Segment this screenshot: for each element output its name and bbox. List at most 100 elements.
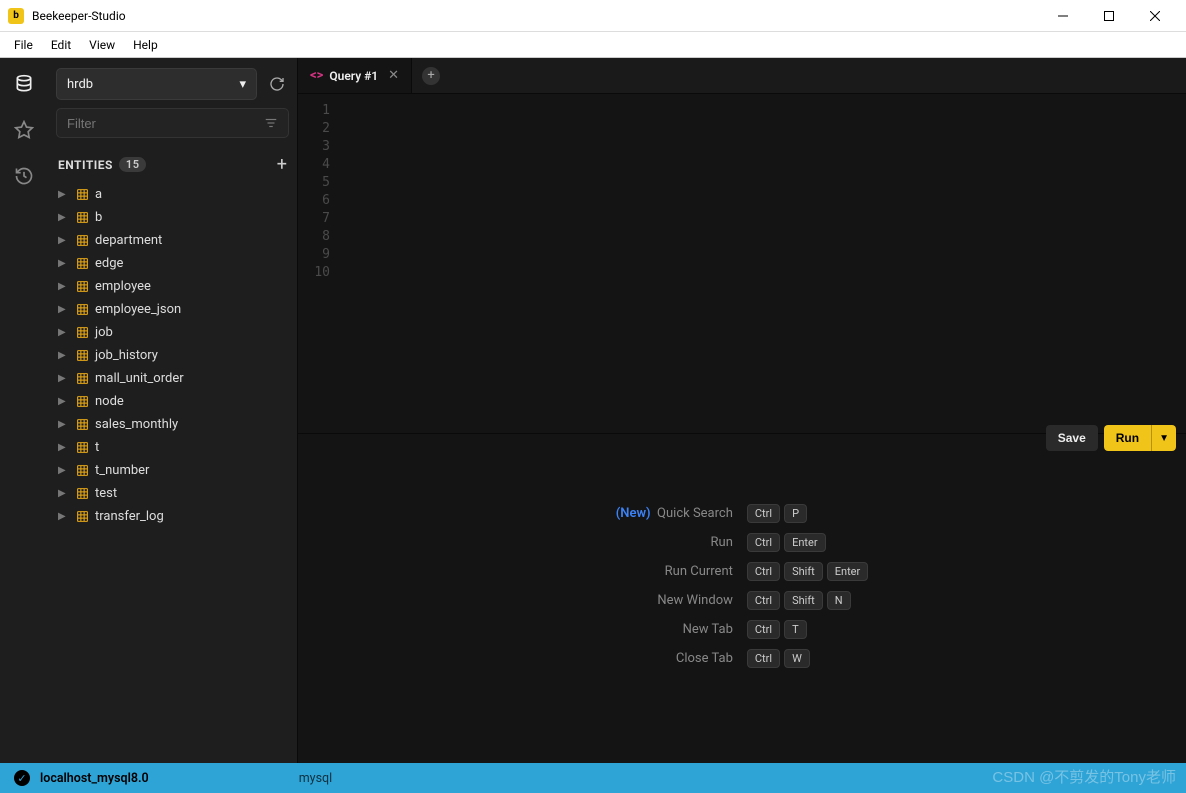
tab-close-icon[interactable]: ✕	[388, 68, 399, 83]
main-panel: <> Query #1 ✕ + 12345678910 Save Run ▼ (…	[298, 58, 1186, 763]
chevron-right-icon: ▶	[58, 304, 70, 315]
entity-item[interactable]: ▶ employee_json	[56, 298, 289, 321]
line-number: 9	[298, 246, 330, 264]
entity-item[interactable]: ▶employee	[56, 275, 289, 298]
key: P	[784, 504, 807, 523]
window-controls	[1040, 0, 1178, 32]
run-button[interactable]: Run	[1104, 425, 1151, 451]
keyboard-shortcuts: (New) Quick SearchCtrlPRunCtrlEnterRun C…	[616, 504, 869, 668]
entity-item[interactable]: ▶mall_unit_order	[56, 367, 289, 390]
entity-item[interactable]: ▶edge	[56, 252, 289, 275]
entity-name: t	[95, 440, 99, 455]
menu-edit[interactable]: Edit	[43, 35, 79, 55]
chevron-right-icon: ▶	[58, 396, 70, 407]
key: W	[784, 649, 810, 668]
line-gutter: 12345678910	[298, 94, 338, 433]
key: Ctrl	[747, 649, 780, 668]
table-icon	[76, 257, 89, 270]
entity-item[interactable]: ▶ sales_monthly	[56, 413, 289, 436]
line-number: 6	[298, 192, 330, 210]
close-button[interactable]	[1132, 0, 1178, 32]
shortcut-keys: CtrlShiftN	[747, 591, 868, 610]
filter-row	[56, 108, 289, 138]
entity-item[interactable]: ▶job	[56, 321, 289, 344]
line-number: 1	[298, 102, 330, 120]
connection-name[interactable]: localhost_mysql8.0	[40, 771, 149, 786]
key: Ctrl	[747, 504, 780, 523]
key: Ctrl	[747, 620, 780, 639]
key: Ctrl	[747, 591, 780, 610]
entity-name: sales_monthly	[95, 417, 178, 432]
chevron-right-icon: ▶	[58, 373, 70, 384]
entity-name: job	[95, 325, 113, 340]
menu-file[interactable]: File	[6, 35, 41, 55]
menu-help[interactable]: Help	[125, 35, 166, 55]
shortcut-label: Run Current	[616, 564, 733, 579]
entity-item[interactable]: ▶t	[56, 436, 289, 459]
tab-label: Query #1	[329, 69, 378, 83]
table-icon	[76, 349, 89, 362]
line-number: 2	[298, 120, 330, 138]
chevron-right-icon: ▶	[58, 212, 70, 223]
shortcut-label: New Window	[616, 593, 733, 608]
entity-name: t_number	[95, 463, 149, 478]
add-entity-button[interactable]: +	[277, 154, 287, 175]
connection-status-icon: ✓	[14, 770, 30, 786]
key: Enter	[784, 533, 826, 552]
table-icon	[76, 464, 89, 477]
shortcut-label: New Tab	[616, 622, 733, 637]
chevron-right-icon: ▶	[58, 442, 70, 453]
entity-item[interactable]: ▶transfer_log	[56, 505, 289, 528]
entity-name: test	[95, 486, 117, 501]
menu-view[interactable]: View	[81, 35, 123, 55]
filter-input[interactable]	[67, 116, 264, 131]
entity-name: a	[95, 187, 102, 202]
table-icon	[76, 280, 89, 293]
entity-name: node	[95, 394, 124, 409]
entity-item[interactable]: ▶ t_number	[56, 459, 289, 482]
chevron-right-icon: ▶	[58, 465, 70, 476]
line-number: 5	[298, 174, 330, 192]
entity-item[interactable]: ▶job_history	[56, 344, 289, 367]
key: Shift	[784, 591, 823, 610]
key: Enter	[827, 562, 869, 581]
chevron-right-icon: ▶	[58, 350, 70, 361]
table-icon	[76, 303, 89, 316]
entity-name: b	[95, 210, 102, 225]
key: T	[784, 620, 807, 639]
entity-name: transfer_log	[95, 509, 164, 524]
filter-options-icon[interactable]	[264, 116, 278, 130]
run-dropdown-button[interactable]: ▼	[1151, 425, 1176, 451]
tab-bar: <> Query #1 ✕ +	[298, 58, 1186, 94]
tab-query-1[interactable]: <> Query #1 ✕	[298, 58, 412, 93]
save-button[interactable]: Save	[1046, 425, 1098, 451]
code-area[interactable]	[338, 94, 1186, 433]
chevron-right-icon: ▶	[58, 419, 70, 430]
chevron-right-icon: ▶	[58, 235, 70, 246]
entity-item[interactable]: ▶ test	[56, 482, 289, 505]
entity-item[interactable]: ▶ node	[56, 390, 289, 413]
line-number: 8	[298, 228, 330, 246]
entity-item[interactable]: ▶ department	[56, 229, 289, 252]
entity-name: department	[95, 233, 162, 248]
entities-label: ENTITIES	[58, 158, 113, 172]
chevron-right-icon: ▶	[58, 488, 70, 499]
database-icon[interactable]	[10, 70, 38, 98]
refresh-button[interactable]	[265, 72, 289, 96]
entity-item[interactable]: ▶a	[56, 183, 289, 206]
key: Ctrl	[747, 562, 780, 581]
star-icon[interactable]	[10, 116, 38, 144]
history-icon[interactable]	[10, 162, 38, 190]
entity-name: employee_json	[95, 302, 181, 317]
maximize-button[interactable]	[1086, 0, 1132, 32]
database-selector[interactable]: hrdb ▾	[56, 68, 257, 100]
app-icon: b	[8, 8, 24, 24]
database-type: mysql	[299, 771, 332, 786]
entity-item[interactable]: ▶b	[56, 206, 289, 229]
table-icon	[76, 441, 89, 454]
shortcut-keys: CtrlT	[747, 620, 868, 639]
chevron-right-icon: ▶	[58, 189, 70, 200]
minimize-button[interactable]	[1040, 0, 1086, 32]
new-tab-button[interactable]: +	[412, 58, 450, 93]
chevron-right-icon: ▶	[58, 258, 70, 269]
